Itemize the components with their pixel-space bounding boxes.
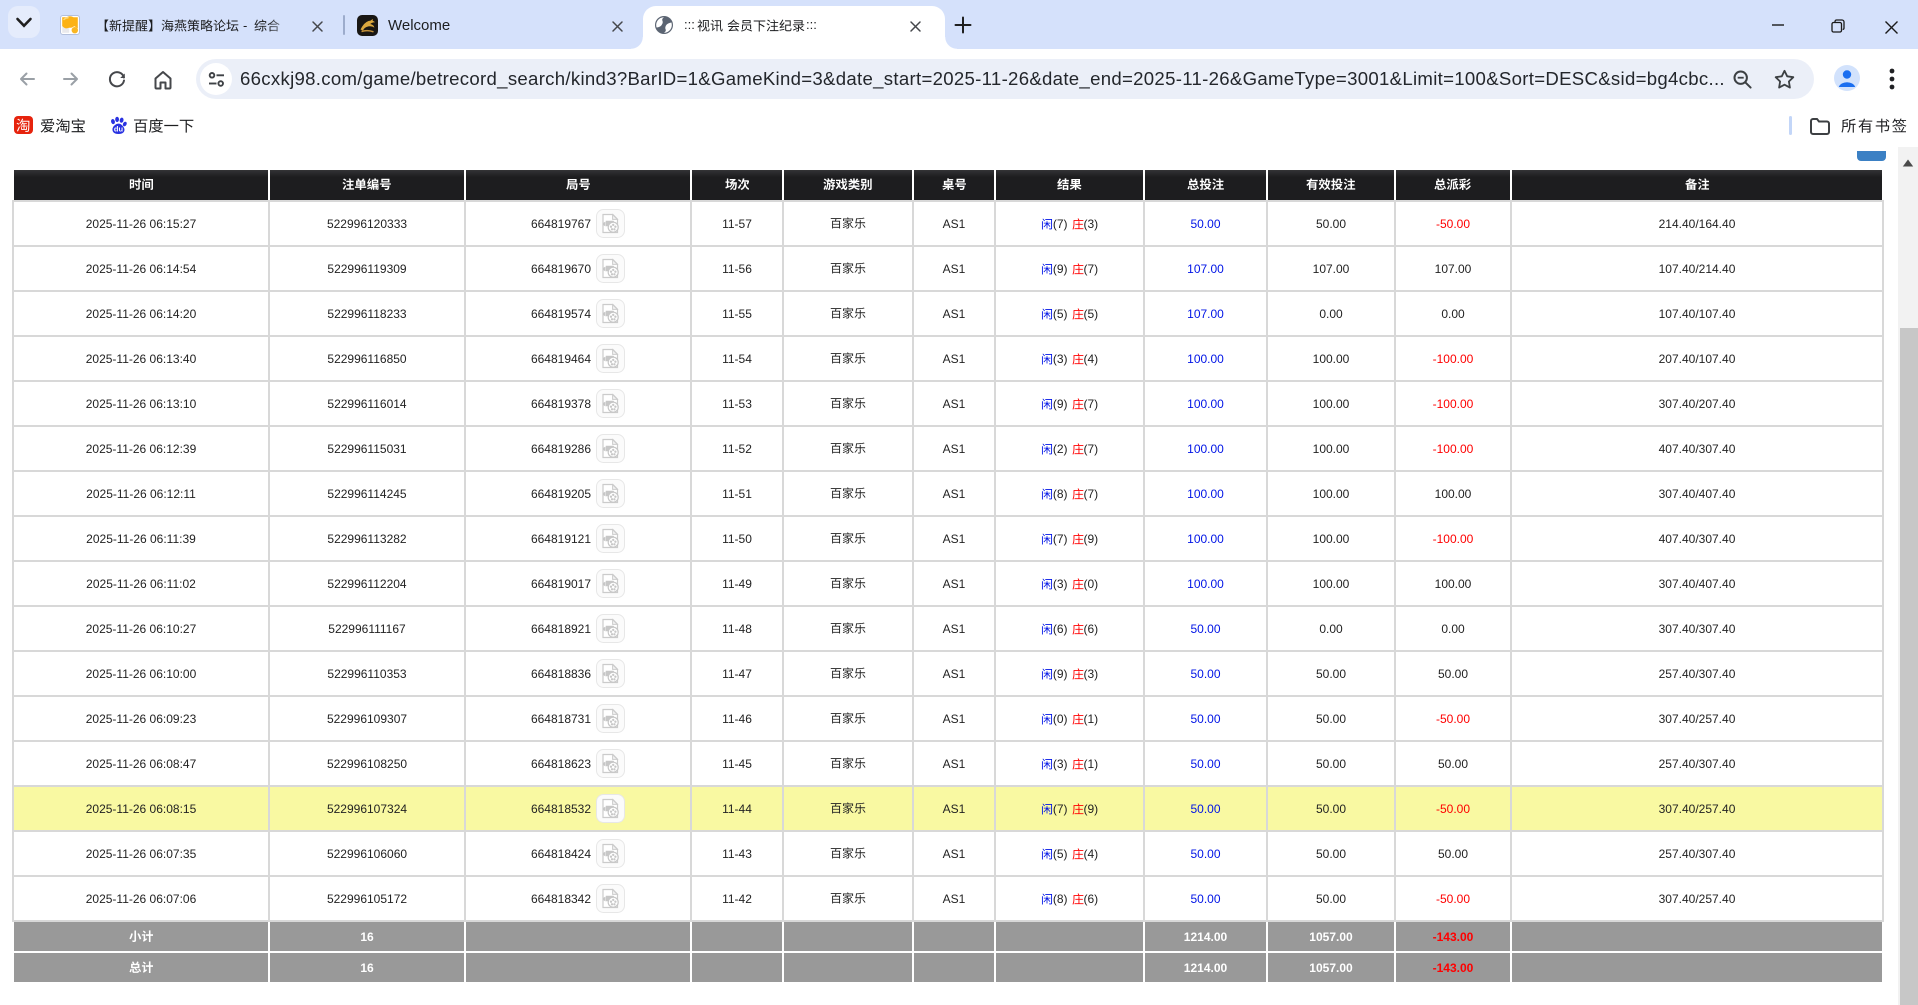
svg-text:du: du	[114, 125, 124, 134]
